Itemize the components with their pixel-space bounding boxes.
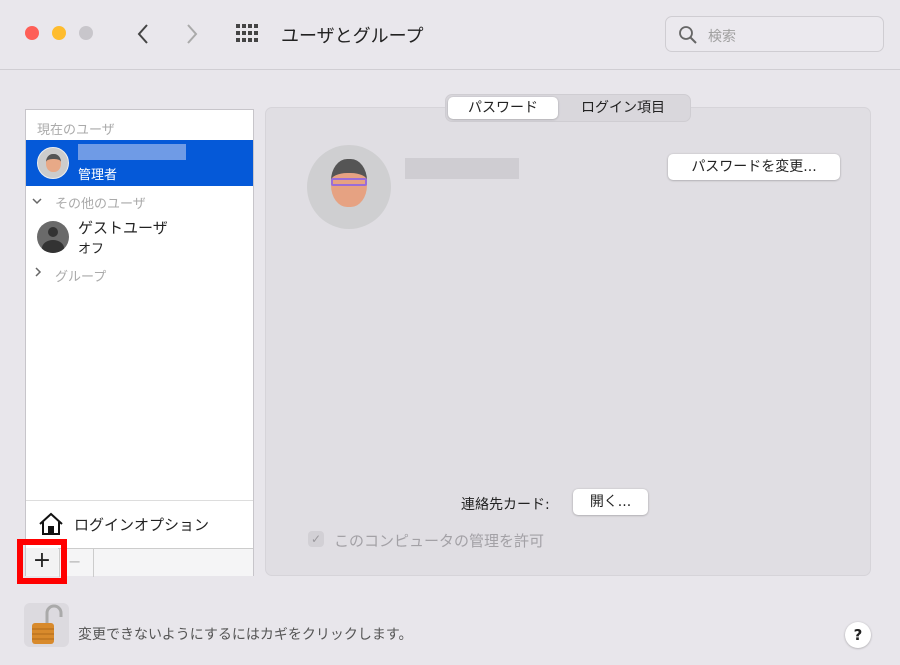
password-panel: パスワードを変更... 連絡先カード: 開く... ✓ このコンピュータの管理を… [265,107,871,576]
grid-icon[interactable] [236,24,258,44]
back-icon[interactable] [135,22,151,46]
tab-password[interactable]: パスワード [448,97,558,119]
user-row-current[interactable]: 管理者 [26,140,253,186]
forward-icon[interactable] [184,22,200,46]
minimize-button[interactable] [52,26,66,40]
allow-admin-checkbox[interactable]: ✓ [308,531,324,547]
guest-name: ゲストユーザ [78,219,168,237]
help-button[interactable]: ? [845,622,871,648]
open-contact-button[interactable]: 開く... [573,489,648,515]
user-fullname-redacted [405,158,519,179]
guest-avatar-icon [37,221,69,253]
search-placeholder: 検索 [708,29,736,45]
tab-login-items[interactable]: ログイン項目 [560,97,686,119]
login-options-label: ログインオプション [74,516,210,534]
tab-bar: パスワード ログイン項目 [445,94,691,122]
window-title: ユーザとグループ [281,26,424,47]
toolbar: ユーザとグループ 検索 [0,0,900,70]
chevron-down-icon[interactable] [32,196,42,206]
search-input[interactable]: 検索 [665,16,884,52]
groups-header: グループ [55,270,107,285]
close-button[interactable] [25,26,39,40]
unlocked-padlock-icon [32,604,63,644]
house-icon [39,512,63,535]
remove-user-button[interactable]: − [68,552,81,571]
user-row-guest[interactable]: ゲストユーザ オフ [26,213,253,259]
change-password-button[interactable]: パスワードを変更... [668,154,840,180]
current-users-header: 現在のユーザ [37,123,115,138]
allow-admin-label: このコンピュータの管理を許可 [334,532,545,550]
user-picture[interactable] [307,145,391,229]
zoom-button[interactable] [79,26,93,40]
add-user-button[interactable]: + [26,548,58,575]
search-icon [679,26,697,44]
lock-hint: 変更できないようにするにはカギをクリックします。 [78,627,413,643]
contact-card-label: 連絡先カード: [461,497,550,513]
lock-button[interactable] [24,603,69,647]
user-name-redacted [78,144,186,160]
user-list: 現在のユーザ 管理者 その他のユーザ ゲストユーザ オフ グループ ログインオプ… [25,109,254,577]
chevron-right-icon[interactable] [33,267,43,277]
other-users-header: その他のユーザ [55,197,146,212]
guest-status: オフ [78,242,105,257]
avatar [37,147,69,179]
user-role: 管理者 [78,168,118,183]
